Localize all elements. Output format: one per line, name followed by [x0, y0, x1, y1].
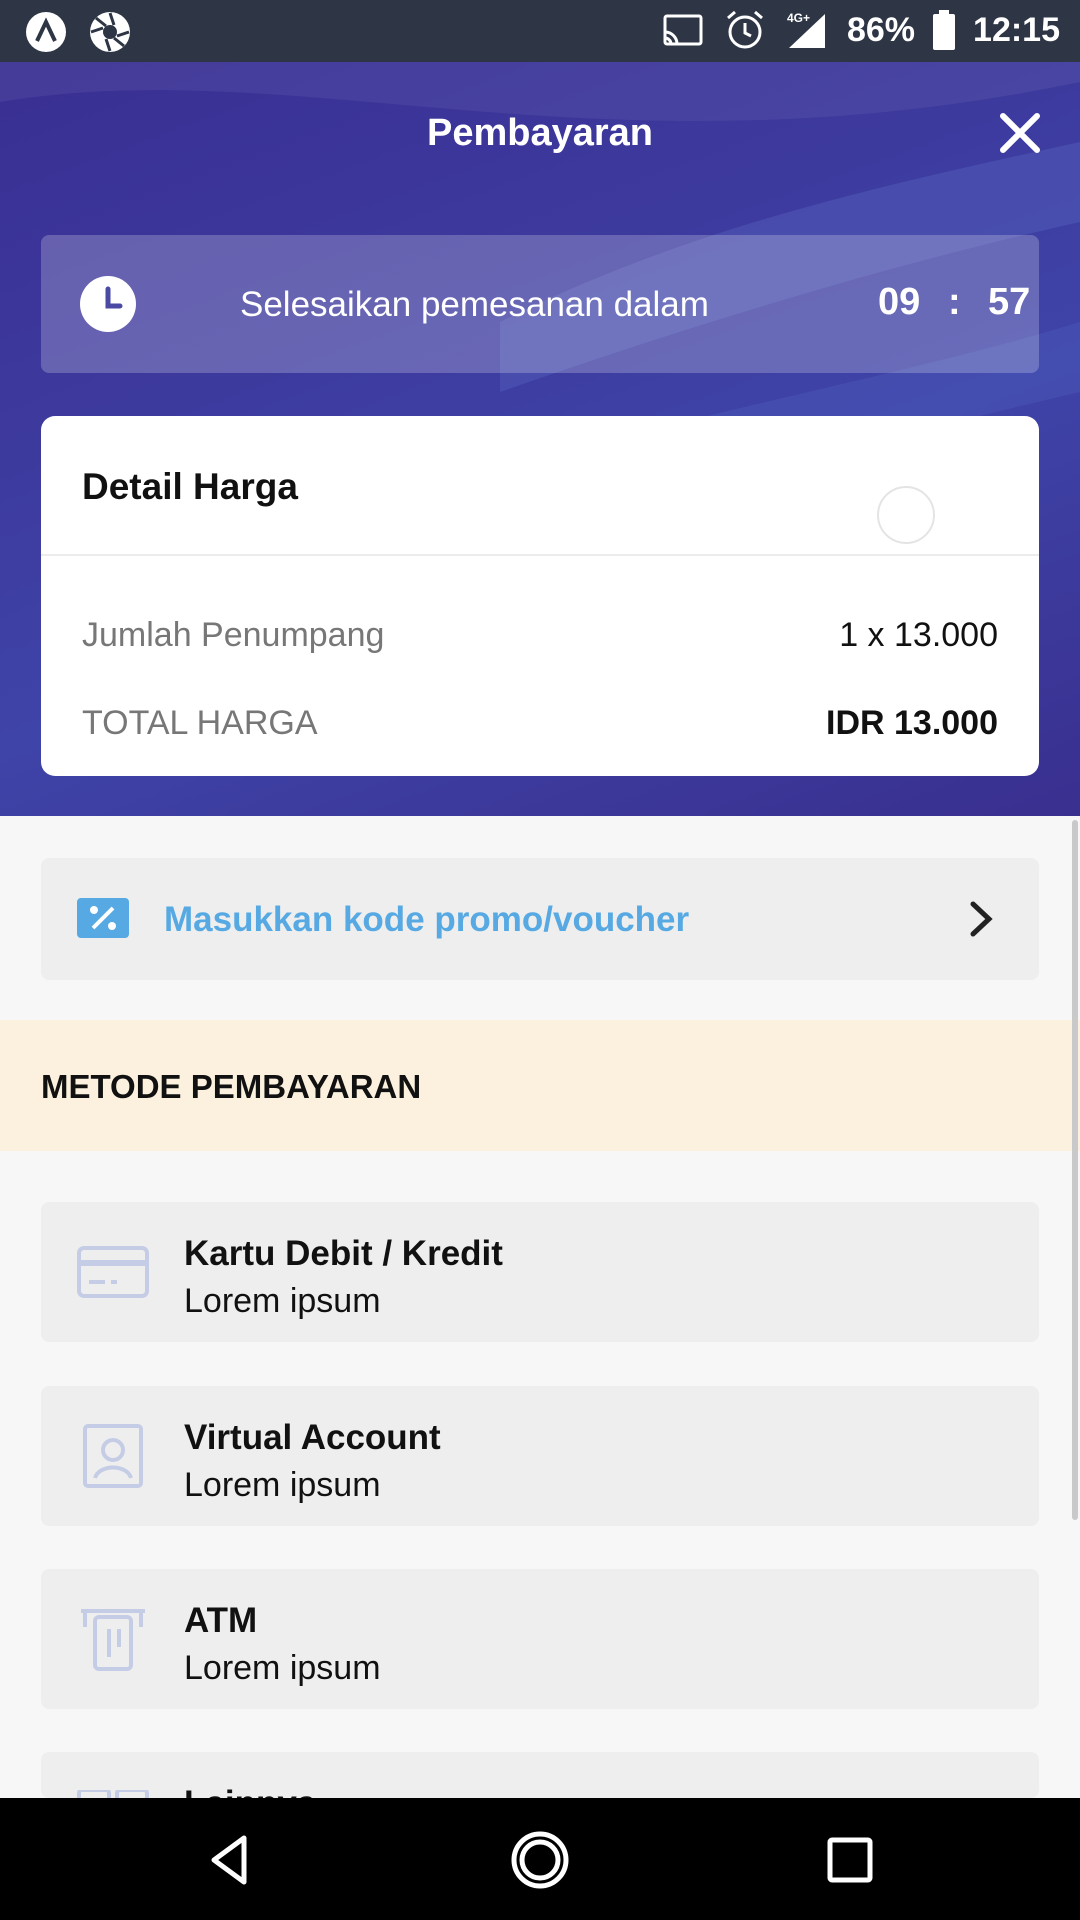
promo-label: Masukkan kode promo/voucher	[164, 900, 690, 939]
passenger-count-label: Jumlah Penumpang	[82, 616, 385, 654]
method-name: ATM	[184, 1601, 258, 1640]
cast-icon	[663, 14, 703, 46]
timer-minutes: 09	[878, 281, 921, 323]
method-name: Kartu Debit / Kredit	[184, 1234, 503, 1273]
method-description: Lorem ipsum	[184, 1282, 381, 1320]
payment-method-other[interactable]: Lainnya	[41, 1752, 1039, 1798]
timer-label: Selesaikan pemesanan dalam	[240, 285, 709, 324]
timer-seconds: 57	[988, 281, 1031, 323]
payment-method-title: METODE PEMBAYARAN	[41, 1068, 422, 1105]
payment-header-section: Pembayaran Selesaikan pemesanan dalam 09…	[0, 62, 1080, 816]
payment-method-header: METODE PEMBAYARAN	[0, 1020, 1080, 1151]
payment-method-atm[interactable]: ATM Lorem ipsum	[41, 1569, 1039, 1709]
close-icon[interactable]	[995, 108, 1045, 158]
clock-icon	[80, 276, 136, 332]
method-description: Lorem ipsum	[184, 1466, 381, 1504]
timer-separator: :	[948, 281, 961, 323]
method-description: Lorem ipsum	[184, 1649, 381, 1687]
battery-icon	[933, 10, 956, 50]
price-detail-title: Detail Harga	[82, 466, 298, 507]
total-price-value: IDR 13.000	[826, 704, 998, 742]
total-price-label: TOTAL HARGA	[82, 704, 318, 742]
payment-method-virtual-account[interactable]: Virtual Account Lorem ipsum	[41, 1386, 1039, 1526]
clock-time: 12:15	[973, 10, 1060, 49]
page-title: Pembayaran	[426, 112, 653, 154]
signal-icon: 4G+	[787, 11, 825, 48]
user-account-icon	[83, 1424, 143, 1488]
home-icon[interactable]	[510, 1830, 570, 1890]
alarm-icon	[726, 10, 763, 49]
app-notification-icon	[26, 12, 66, 52]
method-name: Virtual Account	[184, 1418, 441, 1457]
divider	[41, 554, 1039, 556]
svg-text:4G+: 4G+	[787, 11, 810, 25]
payment-method-card[interactable]: Kartu Debit / Kredit Lorem ipsum	[41, 1202, 1039, 1342]
other-icon	[77, 1790, 149, 1798]
atm-icon	[81, 1609, 145, 1671]
method-name: Lainnya	[184, 1784, 316, 1798]
scrollbar[interactable]	[1072, 820, 1078, 1520]
aperture-icon	[90, 12, 130, 52]
recent-apps-icon[interactable]	[820, 1830, 880, 1890]
back-icon[interactable]	[200, 1830, 260, 1890]
loading-spinner	[877, 486, 935, 544]
status-bar: 4G+ 86% 12:15	[0, 0, 1080, 62]
passenger-count-value: 1 x 13.000	[839, 616, 998, 654]
voucher-icon	[77, 898, 129, 938]
battery-percent: 86%	[846, 10, 916, 49]
price-detail-card: Detail Harga Jumlah Penumpang 1 x 13.000…	[41, 416, 1039, 776]
promo-voucher-button[interactable]: Masukkan kode promo/voucher	[41, 858, 1039, 980]
android-navigation-bar	[0, 1798, 1080, 1920]
chevron-right-icon	[970, 901, 993, 937]
credit-card-icon	[77, 1246, 149, 1298]
countdown-timer: Selesaikan pemesanan dalam 09 : 57	[41, 235, 1039, 373]
